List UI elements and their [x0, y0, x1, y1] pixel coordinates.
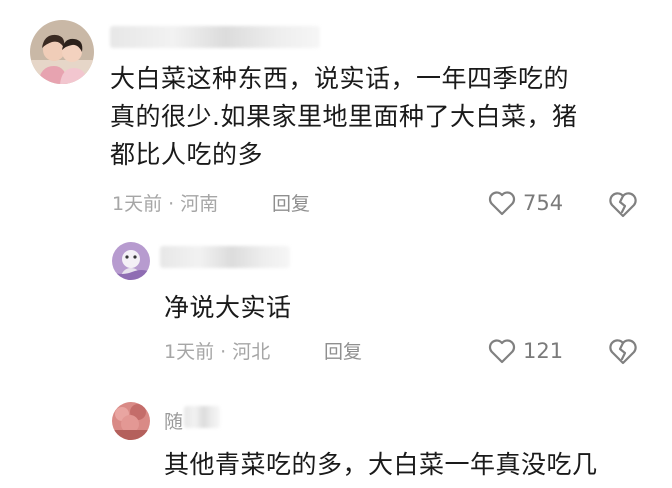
like-button[interactable]: 754	[487, 189, 563, 217]
dislike-button[interactable]	[607, 189, 639, 223]
avatar-photo	[112, 242, 150, 280]
commenter-avatar[interactable]	[112, 402, 150, 440]
comment-time: 1天前	[164, 341, 215, 363]
comment-time: 1天前	[112, 193, 163, 215]
comment-text-line: 真的很少.如果家里地里面种了大白菜，猪	[110, 102, 578, 131]
avatar-photo	[112, 402, 150, 440]
comment-thread: 大白菜这种东西，说实话，一年四季吃的 真的很少.如果家里地里面种了大白菜，猪 都…	[0, 0, 672, 488]
meta-separator: ·	[168, 193, 175, 215]
meta-separator: ·	[220, 341, 227, 363]
heart-outline-icon	[488, 339, 516, 364]
broken-heart-icon	[609, 192, 637, 218]
comment-text-line: 大白菜这种东西，说实话，一年四季吃的	[110, 64, 570, 93]
comment-text-line: 都比人吃的多	[110, 140, 264, 169]
broken-heart-icon	[609, 339, 637, 365]
commenter-avatar[interactable]	[30, 20, 94, 84]
comment-text: 净说大实话	[164, 293, 292, 322]
comment-location: 河南	[180, 193, 219, 215]
reply-button[interactable]: 回复	[272, 192, 310, 216]
comment-meta: 1天前 · 河北	[164, 340, 270, 364]
username-redacted[interactable]	[184, 406, 220, 428]
like-count: 754	[523, 191, 564, 215]
reply-button[interactable]: 回复	[324, 340, 362, 364]
comment-meta: 1天前 · 河南	[112, 192, 218, 216]
dislike-button[interactable]	[607, 336, 639, 370]
comment-text: 其他青菜吃的多，大白菜一年真没吃几	[164, 450, 598, 479]
avatar-photo	[30, 20, 94, 84]
username[interactable]: 随	[164, 411, 183, 433]
username-redacted[interactable]	[160, 246, 290, 268]
heart-outline-icon	[488, 191, 516, 216]
like-count: 121	[523, 339, 564, 363]
comment-location: 河北	[232, 341, 271, 363]
commenter-avatar[interactable]	[112, 242, 150, 280]
username-redacted[interactable]	[110, 26, 320, 48]
like-button[interactable]: 121	[487, 337, 563, 365]
comment-text: 大白菜这种东西，说实话，一年四季吃的 真的很少.如果家里地里面种了大白菜，猪 都…	[110, 60, 650, 174]
